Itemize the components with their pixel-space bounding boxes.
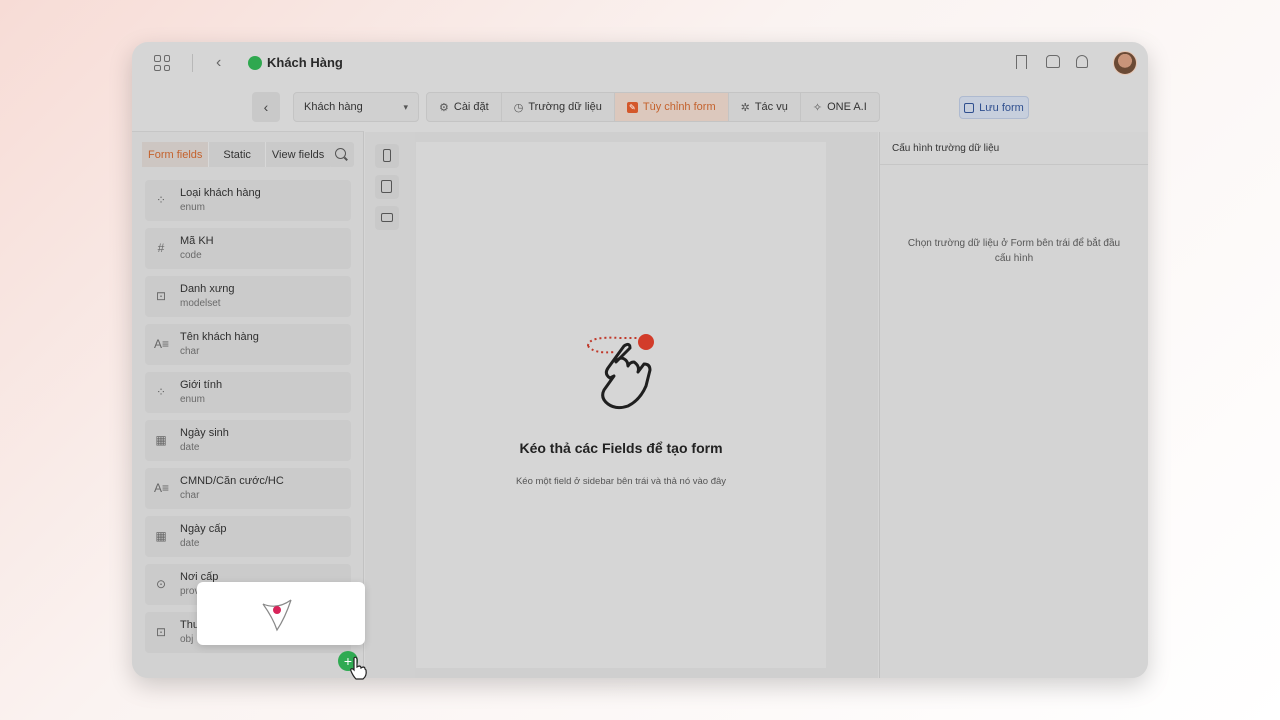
phone-icon [383, 149, 391, 162]
empty-state-subtitle: Kéo một field ở sidebar bên trái và thả … [515, 476, 727, 487]
drag-hand-icon [587, 334, 654, 410]
field-name: CMND/Căn cước/HC [180, 475, 284, 487]
list-item[interactable]: ▦ Ngày sinh date [145, 420, 351, 461]
field-type: code [180, 250, 202, 261]
calendar-icon: ▦ [155, 529, 167, 543]
tab-data-fields[interactable]: ◷ Trường dữ liệu [502, 93, 615, 121]
tab-tasks[interactable]: ✲ Tác vụ [729, 93, 801, 121]
save-form-button[interactable]: Lưu form [959, 96, 1029, 119]
search-doc-icon: ⊡ [155, 625, 167, 639]
shapes-icon: ⁘ [155, 385, 167, 399]
field-type: modelset [180, 298, 221, 309]
tab-settings[interactable]: ⚙ Cài đặt [427, 93, 502, 121]
field-type: date [180, 442, 200, 453]
app-title: Khách Hàng [267, 55, 343, 70]
field-name: Ngày cấp [180, 523, 227, 535]
fields-tabs: Form fields Static View fields [142, 142, 332, 167]
hand-cursor-icon [350, 656, 367, 680]
avatar[interactable] [1113, 51, 1137, 75]
app-logo-icon [248, 56, 262, 70]
list-item[interactable]: ⁘ Giới tính enum [145, 372, 351, 413]
logo-icon [262, 599, 292, 632]
empty-state-title: Kéo thả các Fields để tạo form [519, 440, 723, 456]
config-panel-hint: Chọn trường dữ liệu ở Form bên trái để b… [907, 238, 1121, 264]
field-type: obj [180, 634, 194, 645]
tab-label: Tùy chỉnh form [642, 101, 716, 113]
shapes-icon: ⁘ [155, 193, 167, 207]
drop-zone[interactable]: Kéo thả các Fields để tạo form Kéo một f… [416, 142, 826, 668]
tablet-icon [381, 180, 392, 193]
collapse-back-button[interactable]: ‹ [252, 92, 280, 122]
list-item[interactable]: A≡ CMND/Căn cước/HC char [145, 468, 351, 509]
hash-icon: # [157, 241, 165, 255]
tab-label: ONE A.I [827, 101, 867, 113]
field-type: date [180, 538, 200, 549]
pin-icon: ⊙ [155, 577, 167, 591]
tab-bar: ⚙ Cài đặt ◷ Trường dữ liệu ✎ Tùy chỉnh f… [426, 92, 880, 122]
chevron-down-icon: ▾ [403, 101, 408, 112]
list-item[interactable]: ⊡ Danh xưng modelset [145, 276, 351, 317]
field-type: enum [180, 394, 206, 405]
desktop-view-button[interactable] [375, 206, 399, 230]
monitor-icon [381, 213, 393, 222]
form-canvas[interactable]: Kéo thả các Fields để tạo form Kéo một f… [415, 132, 878, 678]
drag-preview-card [197, 582, 365, 645]
field-name: Giới tính [180, 379, 223, 391]
list-item[interactable]: # Mã KH code [145, 228, 351, 269]
bookmark-icon[interactable] [1016, 55, 1027, 69]
sliders-icon: ⚙ [439, 101, 449, 114]
field-name: Ngày sinh [180, 427, 229, 439]
text-icon: A≡ [154, 481, 170, 495]
divider [880, 164, 1148, 165]
sparkle-icon: ✧ [812, 101, 823, 114]
text-icon: A≡ [154, 337, 170, 351]
field-type: char [180, 490, 200, 501]
save-form-label: Lưu form [979, 101, 1024, 114]
divider [192, 54, 193, 72]
field-name: Mã KH [180, 235, 214, 247]
search-icon[interactable] [328, 142, 354, 167]
tab-label: Cài đặt [453, 101, 489, 113]
list-item[interactable]: ⁘ Loại khách hàng enum [145, 180, 351, 221]
field-name: Loại khách hàng [180, 187, 261, 199]
device-preview-bar [365, 132, 415, 678]
model-select[interactable]: Khách hàng ▾ [293, 92, 419, 122]
list-item[interactable]: ▦ Ngày cấp date [145, 516, 351, 557]
config-panel-title: Cấu hình trường dữ liệu [892, 143, 1000, 154]
save-icon [964, 102, 975, 113]
form-toolbar: ‹ Khách hàng ▾ ⚙ Cài đặt ◷ Trường dữ liệ… [132, 90, 1148, 124]
bug-icon: ✲ [740, 101, 750, 114]
tab-view-fields[interactable]: View fields [265, 142, 332, 167]
list-item[interactable]: A≡ Tên khách hàng char [145, 324, 351, 365]
mobile-view-button[interactable] [375, 144, 399, 168]
tab-one-ai[interactable]: ✧ ONE A.I [801, 93, 879, 121]
tab-label: Trường dữ liệu [528, 101, 602, 113]
top-bar: ‹ Khách Hàng [132, 42, 1148, 84]
field-config-panel: Cấu hình trường dữ liệu Chọn trường dữ l… [879, 132, 1148, 678]
tab-customize-form[interactable]: ✎ Tùy chỉnh form [614, 93, 729, 121]
field-type: char [180, 346, 200, 357]
model-select-value: Khách hàng [304, 101, 363, 113]
clock-check-icon: ◷ [513, 101, 524, 114]
bell-icon[interactable] [1076, 55, 1088, 68]
tab-label: Tác vụ [754, 101, 788, 113]
field-name: Tên khách hàng [180, 331, 259, 343]
home-icon[interactable] [1046, 55, 1060, 68]
tab-form-fields[interactable]: Form fields [142, 142, 210, 167]
tab-static[interactable]: Static [209, 142, 266, 167]
apps-grid-icon[interactable] [154, 55, 170, 71]
edit-icon: ✎ [626, 101, 638, 113]
field-type: enum [180, 202, 206, 213]
calendar-icon: ▦ [155, 433, 167, 447]
tablet-view-button[interactable] [375, 175, 399, 199]
search-doc-icon: ⊡ [155, 289, 167, 303]
back-arrow-icon[interactable]: ‹ [216, 54, 221, 72]
field-name: Danh xưng [180, 283, 235, 295]
